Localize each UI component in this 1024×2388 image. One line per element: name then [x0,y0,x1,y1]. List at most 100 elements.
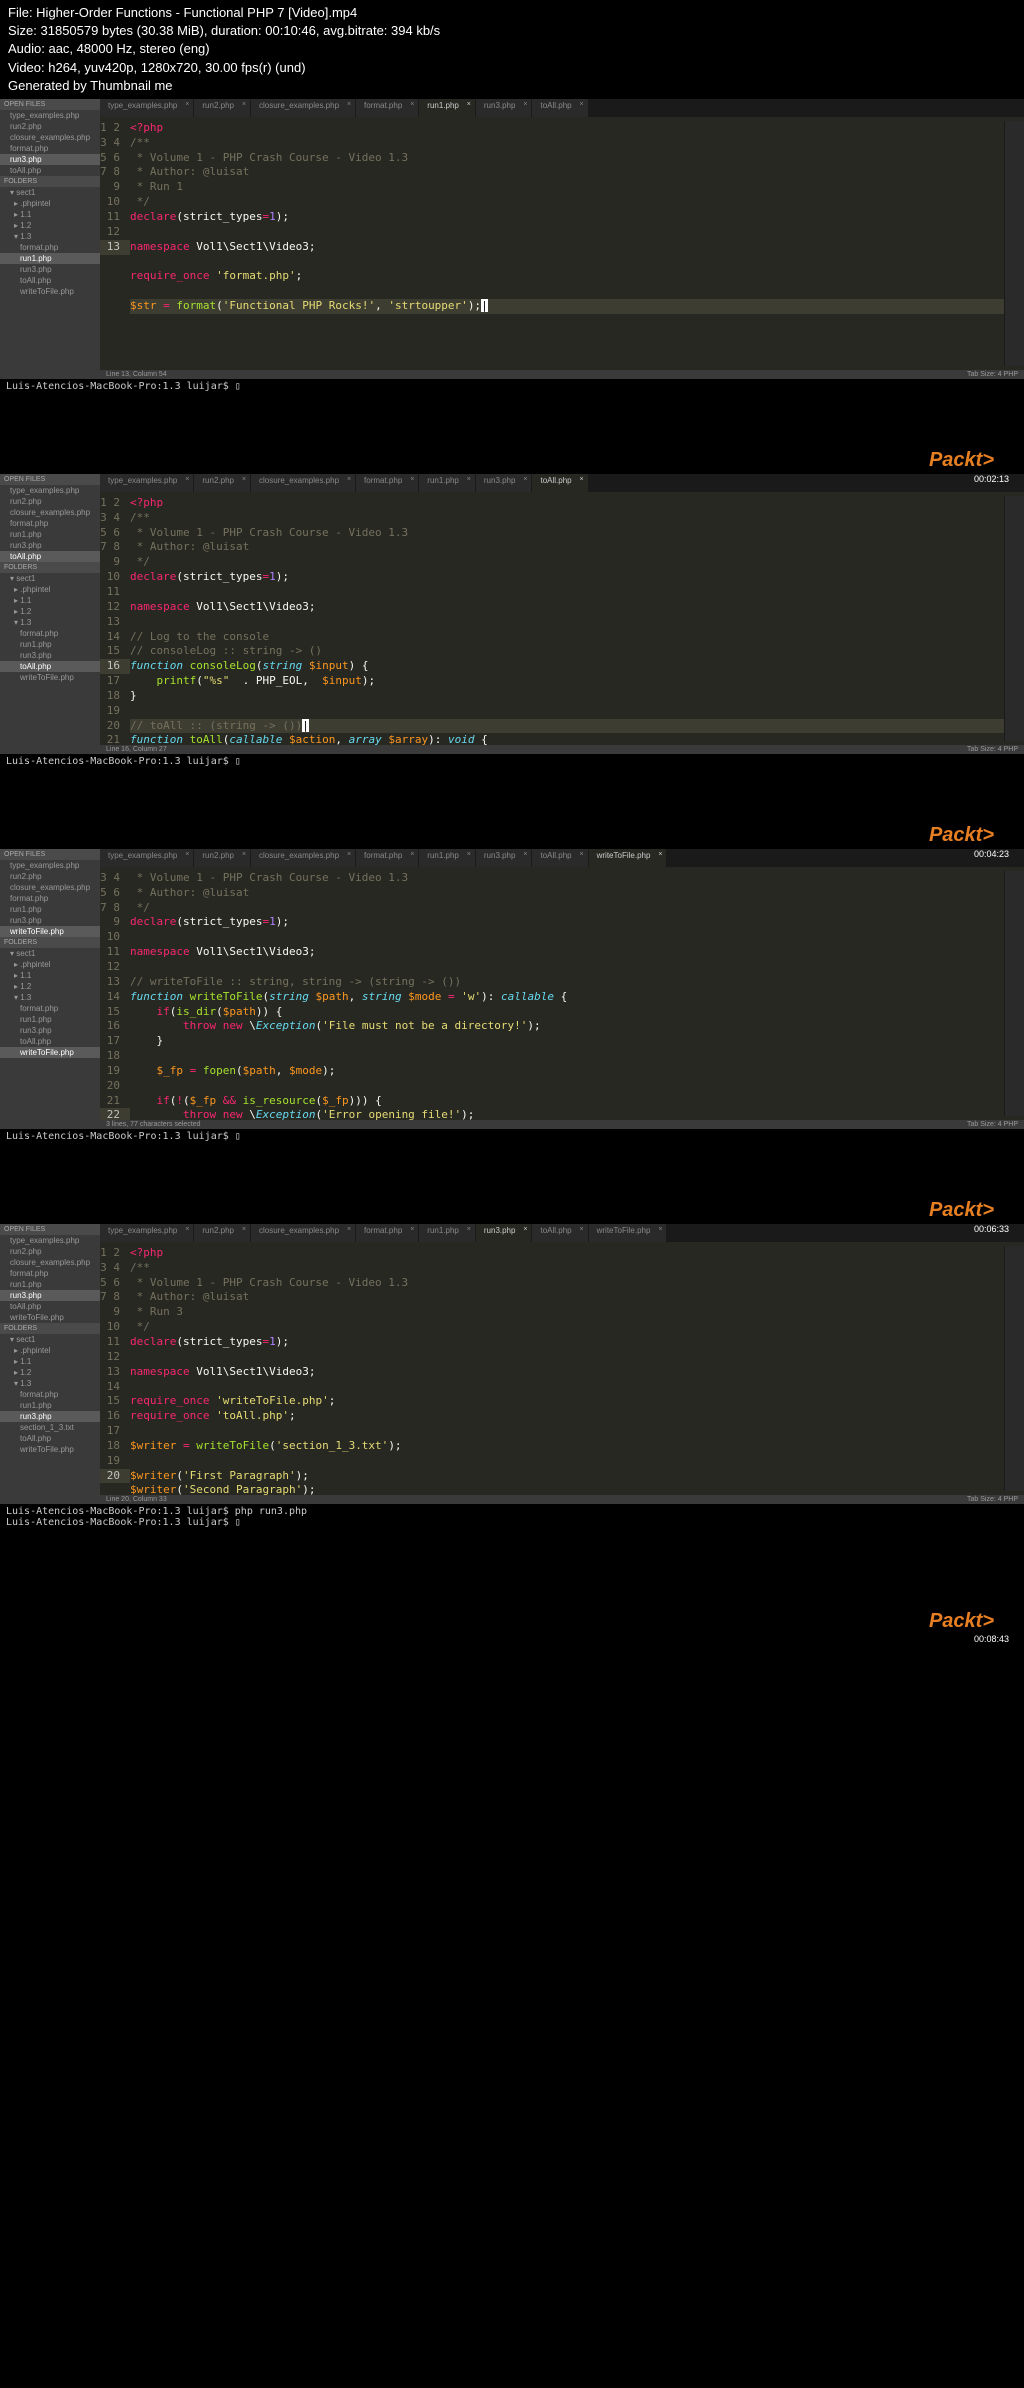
sidebar-file[interactable]: run2.php [0,871,100,882]
minimap[interactable] [1004,871,1024,1116]
sidebar-file[interactable]: run2.php [0,1246,100,1257]
editor-tab[interactable]: type_examples.php× [100,1224,194,1242]
close-icon[interactable]: × [347,851,351,858]
close-icon[interactable]: × [467,1226,471,1233]
folder-item[interactable]: ▸ 1.1 [0,209,100,220]
sidebar-file[interactable]: closure_examples.php [0,882,100,893]
sidebar-file[interactable]: type_examples.php [0,1235,100,1246]
close-icon[interactable]: × [185,851,189,858]
close-icon[interactable]: × [410,101,414,108]
sidebar-file-active[interactable]: writeToFile.php [0,926,100,937]
folder-item[interactable]: ▾ sect1 [0,187,100,198]
close-icon[interactable]: × [658,1226,662,1233]
editor-tab[interactable]: run2.php× [194,474,251,492]
close-icon[interactable]: × [347,101,351,108]
sidebar-file[interactable]: run2.php [0,121,100,132]
folder-item[interactable]: ▸ .phpintel [0,959,100,970]
folder-item[interactable]: ▸ .phpintel [0,584,100,595]
folder-item[interactable]: ▾ sect1 [0,1334,100,1345]
editor-tab[interactable]: closure_examples.php× [251,849,356,867]
close-icon[interactable]: × [467,476,471,483]
folder-item[interactable]: ▾ 1.3 [0,617,100,628]
close-icon[interactable]: × [410,851,414,858]
close-icon[interactable]: × [347,1226,351,1233]
folder-item[interactable]: run3.php [0,1025,100,1036]
folder-item[interactable]: format.php [0,1003,100,1014]
code-area[interactable]: 3 4 5 6 7 8 9 10 11 12 13 14 15 16 17 18… [100,867,1024,1120]
sidebar-file-active[interactable]: toAll.php [0,551,100,562]
sidebar-file[interactable]: format.php [0,518,100,529]
editor-tab[interactable]: format.php× [356,849,419,867]
terminal[interactable]: Luis-Atencios-MacBook-Pro:1.3 luijar$ ▯ [0,754,1024,769]
folder-item[interactable]: ▸ 1.2 [0,1367,100,1378]
close-icon[interactable]: × [242,1226,246,1233]
sidebar-file[interactable]: closure_examples.php [0,132,100,143]
close-icon[interactable]: × [185,1226,189,1233]
minimap[interactable] [1004,121,1024,366]
sidebar-file-active[interactable]: run3.php [0,154,100,165]
sidebar-file[interactable]: format.php [0,893,100,904]
folder-item[interactable]: toAll.php [0,1433,100,1444]
terminal[interactable]: Luis-Atencios-MacBook-Pro:1.3 luijar$ ph… [0,1504,1024,1530]
folder-item[interactable]: ▾ sect1 [0,573,100,584]
folder-item[interactable]: ▸ 1.2 [0,220,100,231]
editor-tab[interactable]: run3.php× [476,474,533,492]
editor-tab[interactable]: type_examples.php× [100,849,194,867]
folder-item[interactable]: ▾ 1.3 [0,1378,100,1389]
code-area[interactable]: 1 2 3 4 5 6 7 8 9 10 11 12 13 14 15 16 1… [100,1242,1024,1495]
folder-item-active[interactable]: writeToFile.php [0,1047,100,1058]
editor-tab[interactable]: run2.php× [194,1224,251,1242]
folder-item[interactable]: run1.php [0,639,100,650]
sidebar-file[interactable]: type_examples.php [0,860,100,871]
folder-item[interactable]: ▾ 1.3 [0,992,100,1003]
sidebar-file[interactable]: type_examples.php [0,485,100,496]
editor-tab-active[interactable]: toAll.php× [532,474,588,492]
editor-tab[interactable]: toAll.php× [532,99,588,117]
sidebar-file-active[interactable]: run3.php [0,1290,100,1301]
close-icon[interactable]: × [580,476,584,483]
folder-item[interactable]: format.php [0,1389,100,1400]
sidebar-file[interactable]: type_examples.php [0,110,100,121]
close-icon[interactable]: × [658,851,662,858]
code-content[interactable]: <?php /** * Volume 1 - PHP Crash Course … [130,496,1004,741]
editor-tab-active[interactable]: run3.php× [476,1224,533,1242]
sidebar-file[interactable]: run1.php [0,529,100,540]
sidebar-file[interactable]: run3.php [0,540,100,551]
code-content[interactable]: <?php /** * Volume 1 - PHP Crash Course … [130,121,1004,366]
close-icon[interactable]: × [523,476,527,483]
folder-item[interactable]: ▸ 1.2 [0,606,100,617]
editor-tab[interactable]: type_examples.php× [100,474,194,492]
folder-item[interactable]: ▸ 1.1 [0,970,100,981]
close-icon[interactable]: × [523,1226,527,1233]
folder-item[interactable]: run3.php [0,650,100,661]
sidebar-file[interactable]: writeToFile.php [0,1312,100,1323]
folder-item[interactable]: ▸ 1.1 [0,595,100,606]
editor-tab[interactable]: closure_examples.php× [251,1224,356,1242]
close-icon[interactable]: × [410,1226,414,1233]
sidebar-file[interactable]: run1.php [0,904,100,915]
editor-tab[interactable]: closure_examples.php× [251,99,356,117]
folder-item[interactable]: ▸ 1.1 [0,1356,100,1367]
folder-item[interactable]: format.php [0,242,100,253]
editor-tab[interactable]: toAll.php× [532,1224,588,1242]
code-area[interactable]: 1 2 3 4 5 6 7 8 9 10 11 12 13 <?php /** … [100,117,1024,370]
sidebar-file[interactable]: toAll.php [0,1301,100,1312]
folder-item[interactable]: ▾ sect1 [0,948,100,959]
close-icon[interactable]: × [242,101,246,108]
terminal[interactable]: Luis-Atencios-MacBook-Pro:1.3 luijar$ ▯ [0,1129,1024,1144]
editor-tab[interactable]: run3.php× [476,849,533,867]
editor-tab[interactable]: run3.php× [476,99,533,117]
folder-item-active[interactable]: run1.php [0,253,100,264]
close-icon[interactable]: × [185,476,189,483]
close-icon[interactable]: × [580,101,584,108]
editor-tab-active[interactable]: run1.php× [419,99,476,117]
code-content[interactable]: * Volume 1 - PHP Crash Course - Video 1.… [130,871,1004,1116]
sidebar-file[interactable]: toAll.php [0,165,100,176]
close-icon[interactable]: × [467,851,471,858]
close-icon[interactable]: × [347,476,351,483]
folder-item[interactable]: toAll.php [0,1036,100,1047]
folder-item[interactable]: run3.php [0,264,100,275]
minimap[interactable] [1004,496,1024,741]
editor-tab[interactable]: run2.php× [194,99,251,117]
editor-tab[interactable]: format.php× [356,99,419,117]
